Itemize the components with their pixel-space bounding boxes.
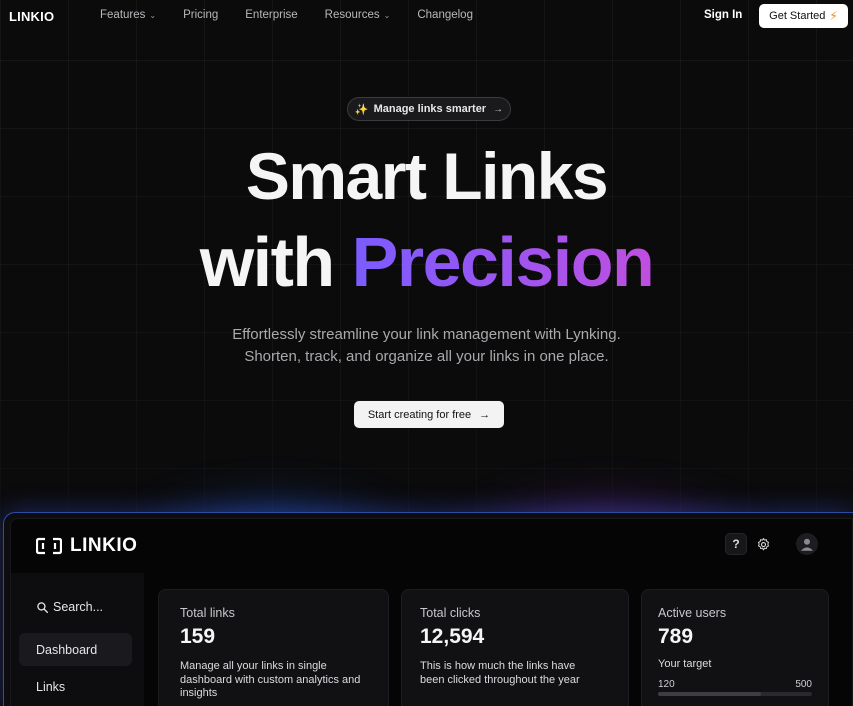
cta-label: Start creating for free <box>367 408 472 421</box>
gear-icon <box>757 537 769 550</box>
nav-link-label: Resources <box>324 9 380 21</box>
user-icon <box>801 538 813 551</box>
card-description: Manage all your links in single dashboar… <box>180 660 361 699</box>
total-clicks-card: Total clicks 12,594 This is how much the… <box>401 589 629 706</box>
nav-link-label: Changelog <box>417 9 473 21</box>
sparkle-icon: ✨ <box>354 103 369 116</box>
target-range-max: 500 <box>795 679 812 690</box>
arrow-right-icon: → <box>493 103 504 115</box>
lightning-icon: ⚡︎ <box>829 9 838 23</box>
dashboard-logo: LINKIO <box>36 535 137 557</box>
hero-title-line1: Smart Links <box>245 139 609 213</box>
chevron-down-icon: ⌄ <box>383 10 391 20</box>
announcement-badge[interactable]: ✨ Manage links smarter → <box>347 97 511 121</box>
card-value: 789 <box>658 625 694 648</box>
card-label: Total links <box>180 606 235 620</box>
hero-subtitle-line2: Shorten, track, and organize all your li… <box>244 348 609 365</box>
hero-title-plain: with <box>199 223 352 301</box>
get-started-label: Get Started <box>769 10 826 22</box>
top-nav: LINKIO Features ⌄ Pricing Enterprise Res… <box>0 0 853 32</box>
nav-link-features[interactable]: Features ⌄ <box>100 9 156 21</box>
nav-link-label: Pricing <box>183 9 219 21</box>
hero-subtitle-line1: Effortlessly streamline your link manage… <box>232 326 621 343</box>
total-links-card: Total links 159 Manage all your links in… <box>158 589 389 706</box>
nav-links: Features ⌄ Pricing Enterprise Resources … <box>100 9 500 21</box>
help-icon: ? <box>732 537 740 551</box>
card-description: This is how much the links have been cli… <box>420 660 580 686</box>
site-logo[interactable]: LINKIO <box>9 9 54 24</box>
start-creating-button[interactable]: Start creating for free → <box>354 401 504 428</box>
chevron-down-icon: ⌄ <box>149 10 157 20</box>
settings-button[interactable] <box>752 533 774 555</box>
nav-link-enterprise[interactable]: Enterprise <box>245 9 297 21</box>
sidebar-item-label: Links <box>36 679 66 694</box>
target-label: Your target <box>658 658 712 670</box>
badge-label: Manage links smarter <box>373 103 487 115</box>
link-logo-icon <box>36 537 62 555</box>
hero-title-line2: with Precision <box>0 222 853 302</box>
card-label: Total clicks <box>420 606 481 620</box>
search-icon <box>37 601 49 613</box>
nav-link-label: Features <box>100 9 146 21</box>
user-avatar[interactable] <box>796 533 818 555</box>
nav-link-label: Enterprise <box>245 9 298 21</box>
active-users-card: Active users 789 Your target 120 500 <box>641 589 829 706</box>
target-progress-fill <box>658 692 762 696</box>
target-progress-track <box>658 692 812 696</box>
target-range-min: 120 <box>658 679 675 690</box>
nav-link-resources[interactable]: Resources ⌄ <box>325 9 391 21</box>
nav-link-pricing[interactable]: Pricing <box>183 9 218 21</box>
search-placeholder: Search... <box>53 600 104 614</box>
sidebar-item-links[interactable]: Links <box>19 670 132 703</box>
nav-link-changelog[interactable]: Changelog <box>417 9 473 21</box>
card-label: Active users <box>658 606 727 620</box>
card-value: 12,594 <box>420 625 485 648</box>
sidebar-item-label: Dashboard <box>36 642 98 657</box>
help-button[interactable]: ? <box>725 533 747 555</box>
get-started-button[interactable]: Get Started ⚡︎ <box>759 4 848 28</box>
dashboard-logo-text: LINKIO <box>70 535 138 556</box>
card-value: 159 <box>180 625 216 648</box>
sidebar-search[interactable]: Search... <box>36 600 103 614</box>
hero-title-accent: Precision <box>351 223 655 301</box>
sidebar-item-dashboard[interactable]: Dashboard <box>19 633 132 666</box>
sign-in-link[interactable]: Sign In <box>704 9 742 21</box>
arrow-right-icon: → <box>479 408 491 421</box>
